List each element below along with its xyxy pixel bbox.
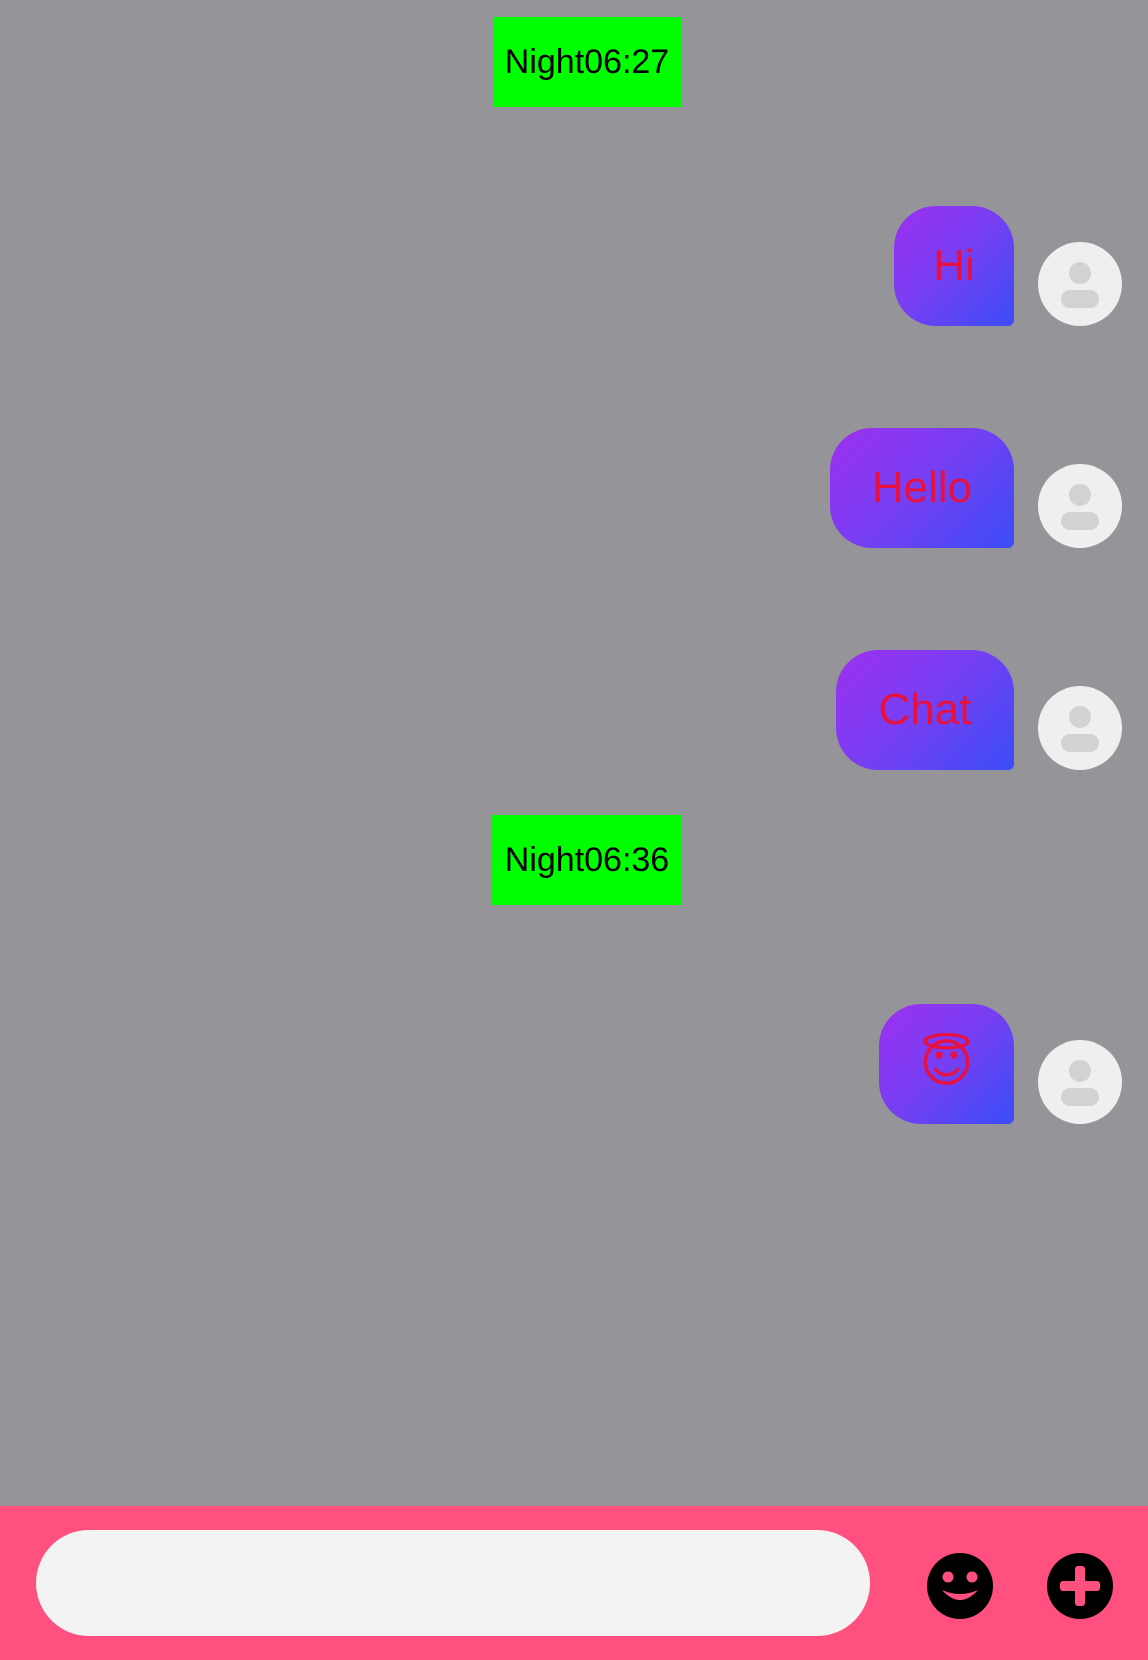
plus-circle-icon (1047, 1553, 1113, 1619)
smiley-face-icon (927, 1553, 993, 1619)
avatar[interactable] (1038, 242, 1122, 326)
message-input[interactable] (36, 1530, 870, 1636)
avatar-person-icon (1069, 262, 1091, 284)
message-bubble[interactable]: Hi (894, 206, 1014, 326)
message-bubble[interactable]: Hello (830, 428, 1014, 548)
message-bubble[interactable]: Chat (836, 650, 1014, 770)
add-attachment-button[interactable] (1046, 1552, 1114, 1620)
avatar-person-icon (1069, 706, 1091, 728)
avatar[interactable] (1038, 464, 1122, 548)
message-text: Hello (871, 463, 973, 512)
avatar[interactable] (1038, 686, 1122, 770)
timestamp-label: Night06:27 (493, 17, 681, 107)
message-bubble[interactable]: 😇 (879, 1004, 1014, 1124)
message-emoji: 😇 (919, 1035, 974, 1093)
message-text: Hi (933, 241, 975, 290)
message-text: Chat (878, 685, 972, 734)
message-composer-bar (0, 1506, 1148, 1660)
timestamp-label: Night06:36 (492, 815, 682, 905)
avatar-person-icon (1069, 484, 1091, 506)
emoji-button[interactable] (926, 1552, 994, 1620)
avatar-person-icon (1069, 1060, 1091, 1082)
avatar[interactable] (1038, 1040, 1122, 1124)
chat-message-area[interactable]: Night06:27 Hi Hello Chat Night06:36 😇 (0, 0, 1148, 1506)
